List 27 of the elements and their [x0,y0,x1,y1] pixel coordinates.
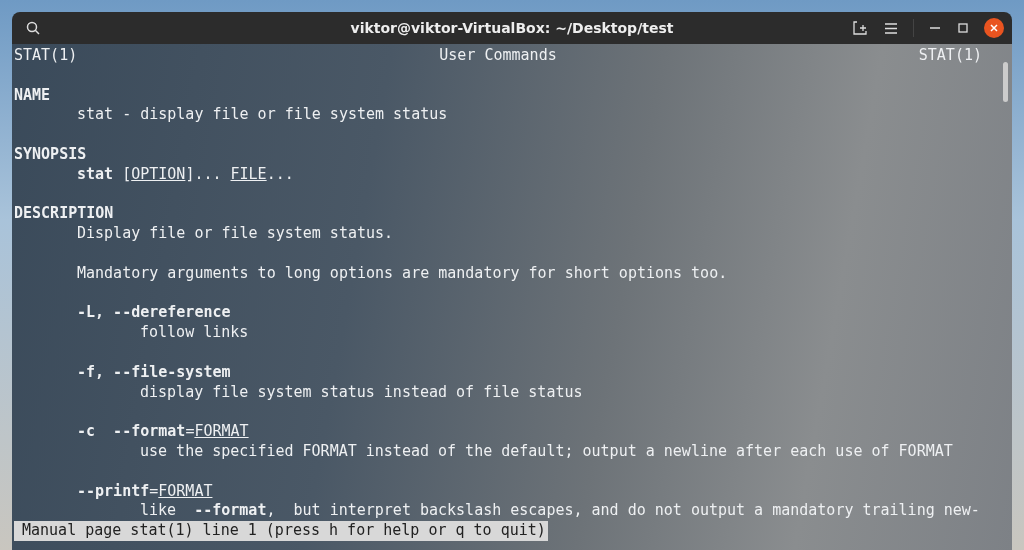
section-heading: NAME [14,85,51,106]
manual-text: display file system status instead of file status [140,382,583,403]
close-icon [989,23,999,33]
window-title: viktor@viktor-VirtualBox: ~/Desktop/test [350,20,674,36]
manual-text: -L, --dereference [77,303,231,324]
section-heading: SYNOPSIS [14,145,87,165]
page-header-text: User Commands [439,46,557,66]
manual-text: Display file or file system status. [77,224,394,244]
maximize-icon [958,23,968,33]
manual-text: use the specified FORMAT instead of the default; output a newline after each use of FORMAT [140,441,953,462]
manual-text: stat [OPTION]... FILE... [77,164,294,185]
manual-text: like --format, but interpret backslash escapes, and do not output a mandatory trailing new- [140,501,980,522]
minimize-icon [930,27,940,29]
close-button[interactable] [984,18,1004,38]
scrollbar[interactable] [1003,62,1008,102]
manual-text: --printf=FORMAT [77,481,213,502]
manual-text: stat - display file or file system status [77,105,448,126]
menu-icon [885,22,897,34]
search-icon [26,21,40,35]
manual-text: follow links [140,323,249,343]
manual-text: Mandatory arguments to long options are mandatory for short options too. [77,263,728,284]
manual-text: -f, --file-system [77,362,231,383]
page-header-text: STAT(1) [918,46,982,66]
section-heading: DESCRIPTION [14,204,114,225]
page-header-text: STAT(1) [14,46,78,66]
manual-text: -c --format=FORMAT [77,422,249,442]
new-tab-icon [853,21,867,35]
